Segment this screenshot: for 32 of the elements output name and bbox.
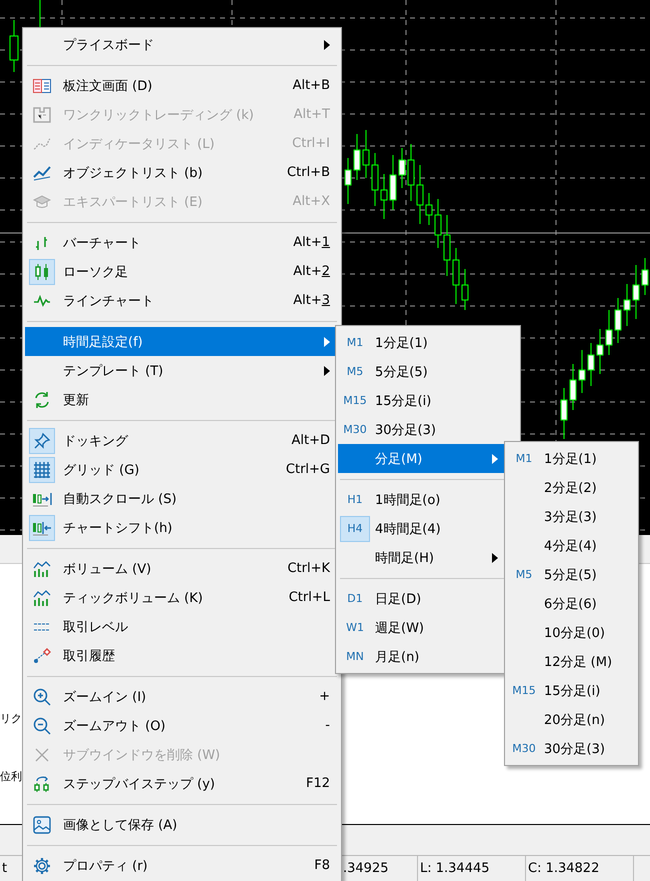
shortcut-text: Ctrl+B [287,165,330,180]
shortcut-text: Ctrl+I [292,136,330,151]
shortcut-text: Alt+T [294,107,330,122]
shortcut-text: Alt+D [291,433,330,448]
timeframe-tag: M5 [516,568,532,581]
timeframe-tag: W1 [346,621,364,634]
shortcut-text: F8 [314,858,330,873]
timeframe-tag: M30 [343,423,367,436]
status-cell: L: 1.34445 [418,856,526,881]
timeframe-tag: MN [346,650,364,663]
timeframe-tag: D1 [347,592,363,605]
timeframe-tag: H1 [347,493,363,506]
column-text: リク [0,712,22,726]
timeframe-tag: M5 [346,365,364,378]
shortcut-text: Alt+B [292,78,330,93]
timeframe-tag: M15 [343,394,367,407]
shortcut-text: - [325,718,330,733]
status-cell: C: 1.34822 [526,856,634,881]
shortcut-text: Ctrl+K [287,561,330,576]
timeframe-tag: M15 [512,684,536,697]
timeframe-tag: M30 [512,742,536,755]
shortcut-text: Alt+2 [293,264,330,279]
column-text: 位利 [0,770,22,784]
timeframe-tag: M1 [516,452,532,465]
shortcut-text: + [319,689,330,704]
shortcut-text: Ctrl+L [288,590,330,605]
shortcut-text: Alt+1 [293,235,330,250]
shortcut-text: F12 [306,776,330,791]
timeframe-tag: M1 [346,336,364,349]
shortcut-text: Ctrl+G [286,462,330,477]
shortcut-text: Alt+3 [293,293,330,308]
shortcut-text: Alt+X [292,194,330,209]
